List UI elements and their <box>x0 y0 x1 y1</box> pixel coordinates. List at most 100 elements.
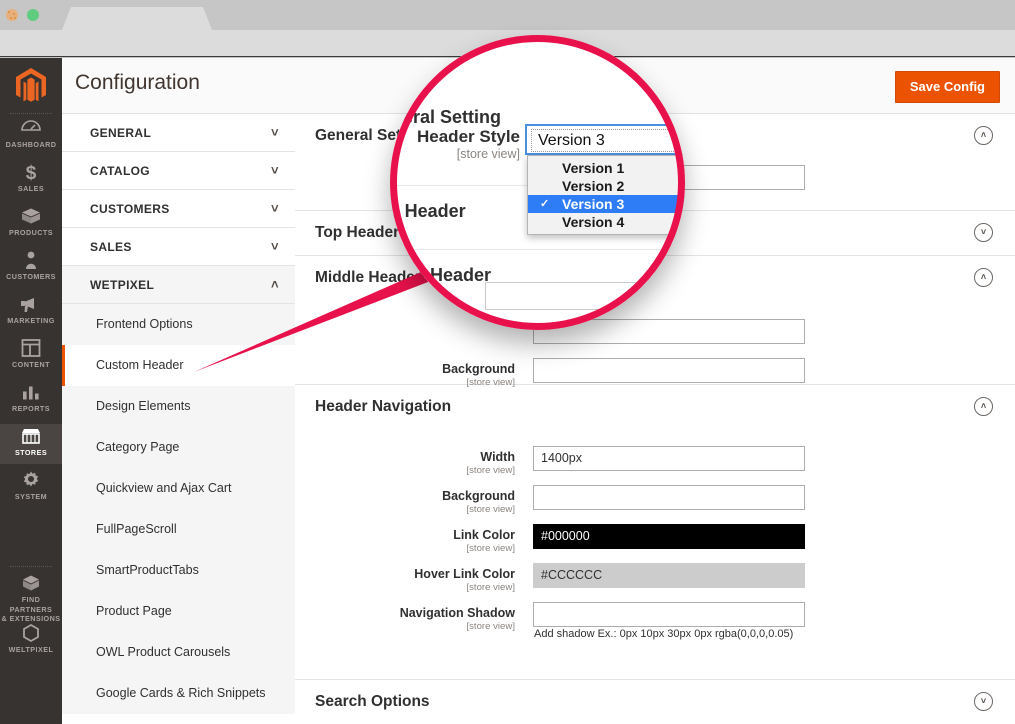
config-tab-customers[interactable]: CUSTOMERS ˅ <box>62 190 295 228</box>
config-subitem-label: Product Page <box>96 604 172 618</box>
config-subitem-owl-product-carousels[interactable]: OWL Product Carousels <box>62 632 295 673</box>
config-subitem-quickview-ajax-cart[interactable]: Quickview and Ajax Cart <box>62 468 295 509</box>
chevron-down-icon: ˅ <box>271 190 279 228</box>
sidebar-item-products[interactable]: PRODUCTS <box>0 206 62 244</box>
sidebar-item-label: CONTENT <box>0 360 62 369</box>
sidebar-item-weltpixel[interactable]: WELTPIXEL <box>0 623 62 661</box>
section-top-header: Top Header ˅ <box>295 211 1015 256</box>
field-row-nav-background: Background [store view] <box>295 482 1015 521</box>
middle-header-field-1-input[interactable] <box>533 319 805 344</box>
admin-app: DASHBOARD $ SALES PRODUCTS CUSTOMERS <box>0 58 1015 724</box>
sidebar-item-content[interactable]: CONTENT <box>0 338 62 376</box>
field-label: Navigation Shadow <box>295 606 515 620</box>
config-tab-catalog[interactable]: CATALOG ˅ <box>62 152 295 190</box>
section-header-middle-header[interactable]: Middle Header ˄ <box>295 256 1015 300</box>
sidebar-item-marketing[interactable]: MARKETING <box>0 294 62 332</box>
chevron-down-icon[interactable]: ˅ <box>974 692 993 711</box>
config-tab-label: CATALOG <box>90 164 150 178</box>
config-subitem-label: OWL Product Carousels <box>96 645 230 659</box>
section-header-general-setting[interactable]: General Setting ˄ <box>295 114 1015 158</box>
person-icon <box>23 250 39 270</box>
section-search-options: Search Options ˅ <box>295 680 1015 724</box>
hover-link-color-input[interactable]: #CCCCCC <box>533 563 805 588</box>
header-style-select[interactable]: Version 3 <box>533 165 805 190</box>
config-subitem-smartproducttabs[interactable]: SmartProductTabs <box>62 550 295 591</box>
section-body-header-navigation: Width [store view] 1400px Background [st… <box>295 429 1015 679</box>
browser-toolbar <box>0 30 1015 57</box>
section-title: Top Header <box>315 224 399 241</box>
box-icon <box>20 206 42 226</box>
config-subitem-frontend-options[interactable]: Frontend Options <box>62 304 295 345</box>
field-scope: [store view] <box>295 621 515 632</box>
sidebar-item-stores[interactable]: STORES <box>0 424 62 464</box>
sidebar-item-label: FIND PARTNERS & EXTENSIONS <box>0 595 62 624</box>
config-subitem-label: Frontend Options <box>96 317 193 331</box>
config-subitem-google-cards[interactable]: Google Cards & Rich Snippets <box>62 673 295 714</box>
dashboard-icon <box>20 118 42 138</box>
page-header: Configuration Save Config <box>62 58 1015 114</box>
chevron-down-icon[interactable]: ˅ <box>974 223 993 242</box>
field-row-navigation-shadow: Navigation Shadow [store view] Add shado… <box>295 599 1015 653</box>
width-input[interactable]: 1400px <box>533 446 805 471</box>
sidebar-item-sales[interactable]: $ SALES <box>0 162 62 200</box>
sidebar-item-customers[interactable]: CUSTOMERS <box>0 250 62 288</box>
storefront-icon <box>20 426 42 446</box>
browser-chrome <box>0 0 1015 30</box>
chevron-up-icon: ˄ <box>271 266 279 304</box>
chevron-down-icon: ˅ <box>271 152 279 190</box>
section-general-setting: General Setting ˄ Header Style [store vi… <box>295 114 1015 211</box>
sidebar-item-label: CUSTOMERS <box>0 272 62 281</box>
config-tab-label: CUSTOMERS <box>90 202 170 216</box>
nav-background-input[interactable] <box>533 485 805 510</box>
config-subitem-fullpagescroll[interactable]: FullPageScroll <box>62 509 295 550</box>
field-scope: [store view] <box>295 465 515 476</box>
section-title: Middle Header <box>315 269 421 286</box>
field-scope: [store view] <box>295 504 515 515</box>
field-label: Background <box>295 489 515 503</box>
configuration-nav: GENERAL ˅ CATALOG ˅ CUSTOMERS ˅ SALES ˅ … <box>62 114 295 724</box>
svg-text:$: $ <box>26 163 37 182</box>
config-tab-sales[interactable]: SALES ˅ <box>62 228 295 266</box>
middle-header-background-input[interactable] <box>533 358 805 383</box>
field-scope: [store view] <box>295 543 515 554</box>
section-body-general-setting: Header Style [store view] Version 3 <box>295 158 1015 210</box>
link-color-input[interactable]: #000000 <box>533 524 805 549</box>
magento-logo <box>13 67 49 105</box>
field-label: Header Style <box>295 169 515 183</box>
config-subitem-design-elements[interactable]: Design Elements <box>62 386 295 427</box>
bar-chart-icon <box>21 382 41 402</box>
config-subnav: Frontend Options Custom Header Design El… <box>62 304 295 714</box>
navigation-shadow-input[interactable] <box>533 602 805 627</box>
config-subitem-label: SmartProductTabs <box>96 563 199 577</box>
config-tab-general[interactable]: GENERAL ˅ <box>62 114 295 152</box>
sidebar-item-find-partners[interactable]: FIND PARTNERS & EXTENSIONS <box>0 573 62 621</box>
green-dot-icon[interactable] <box>27 9 39 21</box>
sidebar-item-system[interactable]: SYSTEM <box>0 470 62 508</box>
section-header-header-navigation[interactable]: Header Navigation ˄ <box>295 385 1015 429</box>
cookie-dot-icon[interactable] <box>6 9 18 21</box>
field-label: Link Color <box>295 528 515 542</box>
sidebar-item-dashboard[interactable]: DASHBOARD <box>0 118 62 156</box>
save-config-button[interactable]: Save Config <box>895 71 1000 103</box>
section-header-search-options[interactable]: Search Options ˅ <box>295 680 1015 724</box>
section-header-top-header[interactable]: Top Header ˅ <box>295 211 1015 255</box>
sidebar-item-label: REPORTS <box>0 404 62 413</box>
config-tab-label: WETPIXEL <box>90 278 154 292</box>
config-tab-wetpixel[interactable]: WETPIXEL ˄ <box>62 266 295 304</box>
field-row-link-color: Link Color [store view] #000000 <box>295 521 1015 560</box>
config-subitem-product-page[interactable]: Product Page <box>62 591 295 632</box>
layout-icon <box>21 338 41 358</box>
sidebar-item-reports[interactable]: REPORTS <box>0 382 62 420</box>
sidebar-item-label: SYSTEM <box>0 492 62 501</box>
config-subitem-category-page[interactable]: Category Page <box>62 427 295 468</box>
chevron-up-icon[interactable]: ˄ <box>974 268 993 287</box>
config-subitem-custom-header[interactable]: Custom Header <box>62 345 295 386</box>
section-body-middle-header: Background [store view] <box>295 300 1015 384</box>
config-tab-label: GENERAL <box>90 126 151 140</box>
field-row-hover-link-color: Hover Link Color [store view] #CCCCCC <box>295 560 1015 599</box>
field-row-middle-header-1 <box>295 316 1015 355</box>
chevron-up-icon[interactable]: ˄ <box>974 126 993 145</box>
browser-tab[interactable] <box>62 7 212 30</box>
chevron-up-icon[interactable]: ˄ <box>974 397 993 416</box>
admin-sidebar: DASHBOARD $ SALES PRODUCTS CUSTOMERS <box>0 58 62 724</box>
